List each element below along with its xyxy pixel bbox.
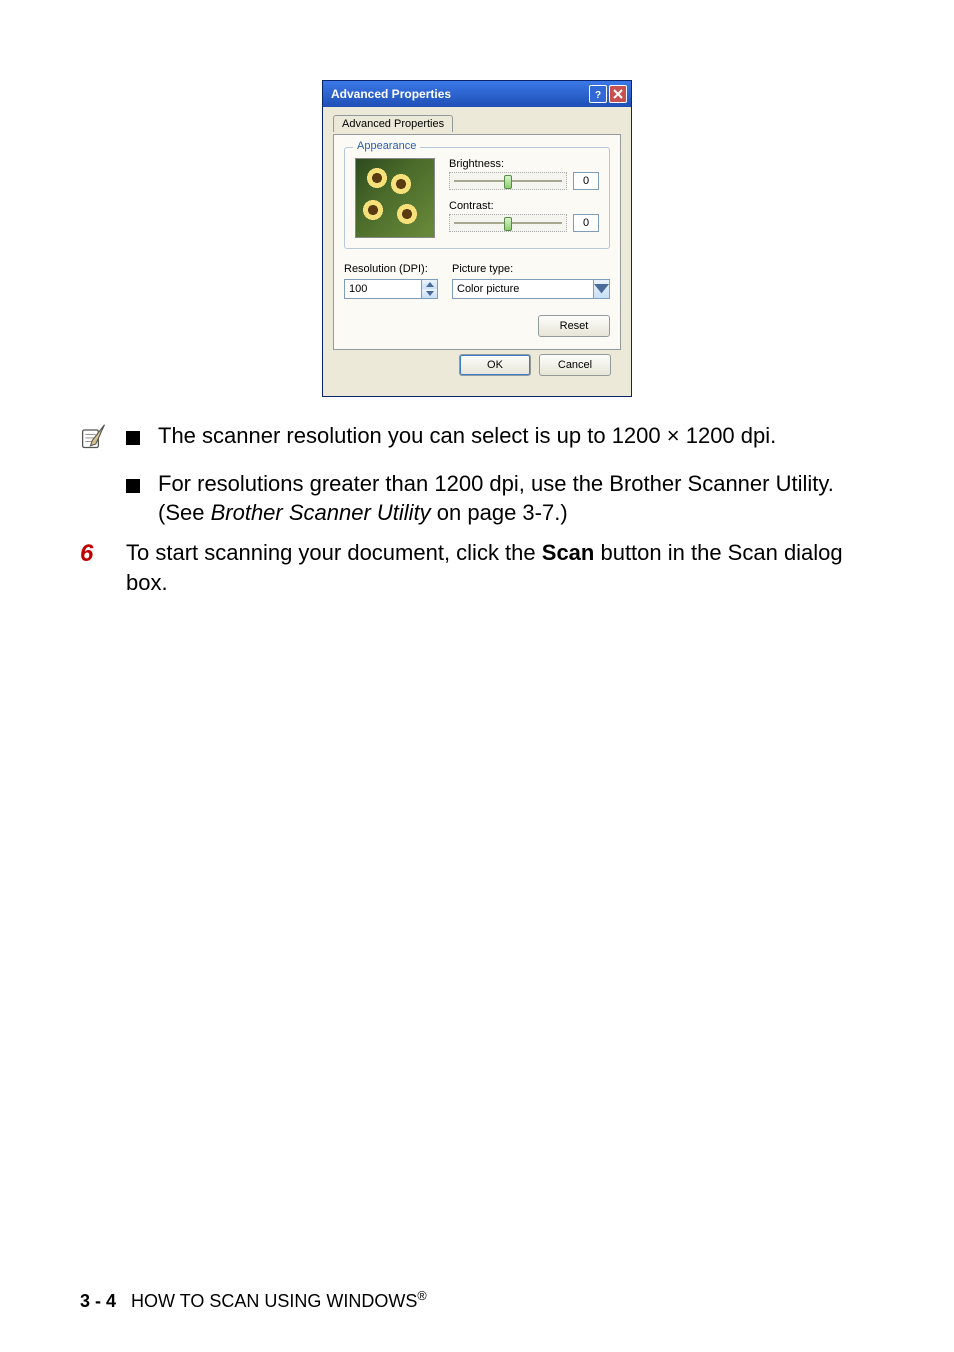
reset-button[interactable]: Reset xyxy=(538,315,610,337)
dialog-titlebar: Advanced Properties ? xyxy=(323,81,631,107)
note-text-2: For resolutions greater than 1200 dpi, u… xyxy=(158,469,874,528)
tab-panel: Appearance Brightness: xyxy=(333,134,621,350)
picture-type-select[interactable]: Color picture xyxy=(452,279,610,299)
page-number: 3 - 4 xyxy=(80,1291,116,1311)
help-icon: ? xyxy=(593,89,603,99)
brightness-value[interactable]: 0 xyxy=(573,172,599,190)
chevron-up-icon xyxy=(426,282,434,287)
contrast-value[interactable]: 0 xyxy=(573,214,599,232)
ok-button[interactable]: OK xyxy=(459,354,531,376)
note-text-1: The scanner resolution you can select is… xyxy=(158,421,874,459)
bullet-icon xyxy=(126,479,140,493)
registered-mark: ® xyxy=(417,1289,426,1303)
step-number: 6 xyxy=(80,538,126,597)
slider-thumb-icon xyxy=(504,175,512,189)
resolution-spin-up[interactable] xyxy=(422,280,437,289)
select-dropdown-button[interactable] xyxy=(593,280,609,298)
step-text: To start scanning your document, click t… xyxy=(126,538,874,597)
page-footer: 3 - 4 HOW TO SCAN USING WINDOWS® xyxy=(80,1289,427,1312)
note-icon xyxy=(80,423,108,451)
appearance-group: Appearance Brightness: xyxy=(344,147,610,249)
brightness-slider[interactable] xyxy=(449,172,567,190)
preview-thumbnail xyxy=(355,158,435,238)
footer-title: HOW TO SCAN USING WINDOWS xyxy=(131,1291,417,1311)
tab-advanced-properties[interactable]: Advanced Properties xyxy=(333,115,453,132)
svg-text:?: ? xyxy=(595,90,601,99)
chevron-down-icon xyxy=(594,284,609,293)
chevron-down-icon xyxy=(426,291,434,296)
help-button[interactable]: ? xyxy=(589,85,607,103)
resolution-input[interactable]: 100 xyxy=(344,279,422,299)
resolution-label: Resolution (DPI): xyxy=(344,263,438,275)
dialog-title: Advanced Properties xyxy=(331,87,589,101)
close-icon xyxy=(613,89,623,99)
resolution-spin-down[interactable] xyxy=(422,289,437,298)
advanced-properties-dialog: Advanced Properties ? Advanced Propertie… xyxy=(322,80,632,397)
contrast-label: Contrast: xyxy=(449,200,599,212)
bullet-icon xyxy=(126,431,140,445)
cancel-button[interactable]: Cancel xyxy=(539,354,611,376)
close-button[interactable] xyxy=(609,85,627,103)
slider-thumb-icon xyxy=(504,217,512,231)
brightness-label: Brightness: xyxy=(449,158,599,170)
contrast-slider[interactable] xyxy=(449,214,567,232)
picture-type-value: Color picture xyxy=(453,280,593,298)
picture-type-label: Picture type: xyxy=(452,263,610,275)
appearance-legend: Appearance xyxy=(353,140,420,152)
